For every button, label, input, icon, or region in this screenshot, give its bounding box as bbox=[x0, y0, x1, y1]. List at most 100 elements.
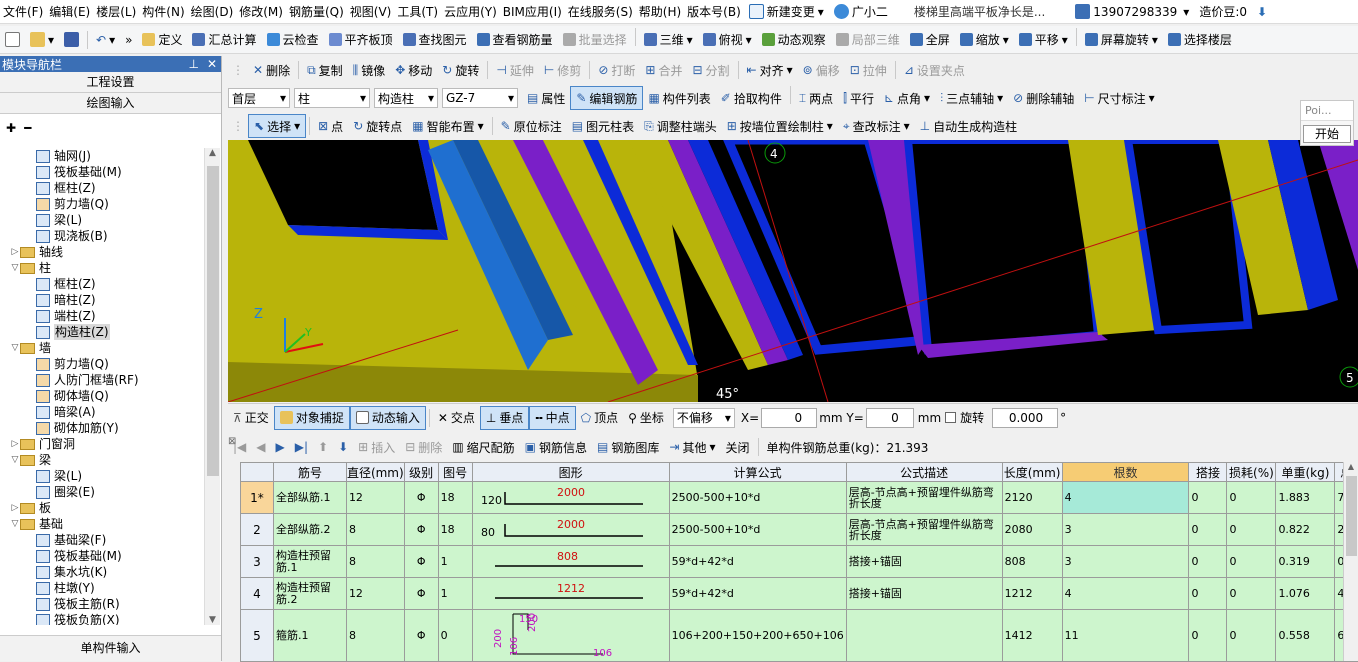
lap-cell[interactable]: 0 bbox=[1188, 609, 1228, 662]
pin-icon[interactable]: ⊥ bbox=[188, 57, 198, 71]
tree-item-14[interactable]: 人防门框墙(RF) bbox=[0, 372, 205, 388]
column-header-10[interactable]: 搭接 bbox=[1188, 462, 1228, 482]
save-icon[interactable] bbox=[59, 28, 84, 52]
unit-weight-cell[interactable]: 1.883 bbox=[1275, 481, 1336, 514]
edit-button-7[interactable]: ⊘ 打断 bbox=[593, 58, 640, 82]
component-name-select[interactable]: GZ-7 ▾ bbox=[442, 88, 518, 108]
menu-item-0[interactable]: 文件(F) bbox=[0, 1, 46, 23]
bar-name-cell[interactable]: 构造柱预留筋.1 bbox=[272, 545, 347, 578]
collapse-all-icon[interactable]: ━ bbox=[24, 121, 31, 135]
tree-item-24[interactable]: 基础梁(F) bbox=[0, 532, 205, 548]
single-input-button[interactable]: 单构件输入 bbox=[0, 635, 221, 661]
formula-desc-cell[interactable] bbox=[845, 609, 1003, 662]
count-cell[interactable]: 3 bbox=[1061, 513, 1190, 546]
draw-button-7[interactable]: ⊞ 按墙位置绘制柱 ▾ bbox=[722, 114, 838, 138]
shape-cell[interactable]: 150 200 200 106 106 bbox=[471, 609, 670, 662]
collapse-icon[interactable]: ▽ bbox=[10, 340, 20, 356]
diameter-cell[interactable]: 8 bbox=[345, 545, 405, 578]
formula-desc-cell[interactable]: 层高-节点高+预留埋件纵筋弯折长度 bbox=[845, 481, 1003, 514]
tree-item-9[interactable]: 暗柱(Z) bbox=[0, 292, 205, 308]
loss-cell[interactable]: 0 bbox=[1226, 481, 1277, 514]
edit-button-8[interactable]: ⊞ 合并 bbox=[640, 58, 687, 82]
diameter-cell[interactable]: 12 bbox=[345, 481, 405, 514]
expand-all-icon[interactable]: ✚ bbox=[6, 121, 16, 135]
menu-item-6[interactable]: 钢筋量(Q) bbox=[286, 1, 347, 23]
tree-item-13[interactable]: 剪力墙(Q) bbox=[0, 356, 205, 372]
edit-button-2[interactable]: ⫼ 镜像 bbox=[348, 58, 391, 82]
lap-cell[interactable]: 0 bbox=[1188, 577, 1228, 610]
coord-snap[interactable]: ⚲ 坐标 bbox=[623, 406, 669, 430]
menu-item-13[interactable]: 版本号(B) bbox=[684, 1, 744, 23]
draw-button-0[interactable]: ⬉ 选择 ▾ bbox=[248, 114, 307, 138]
grade-cell[interactable]: Φ bbox=[403, 609, 439, 662]
project-settings-button[interactable]: 工程设置 bbox=[0, 72, 221, 93]
grade-cell[interactable]: Φ bbox=[403, 481, 439, 514]
toolbar-button-1[interactable]: 汇总计算 bbox=[187, 28, 261, 52]
tree-item-0[interactable]: 轴网(J) bbox=[0, 148, 205, 164]
close-icon[interactable]: ✕ bbox=[207, 57, 217, 71]
tree-item-17[interactable]: 砌体加筋(Y) bbox=[0, 420, 205, 436]
prop-button-6[interactable]: ⊾ 点角 ▾ bbox=[879, 86, 935, 110]
toolbar-button-0[interactable]: 定义 bbox=[137, 28, 187, 52]
tree-item-6[interactable]: ▷ 轴线 bbox=[0, 244, 205, 260]
collapse-icon[interactable]: ▽ bbox=[10, 516, 20, 532]
column-header-8[interactable]: 长度(mm) bbox=[1001, 462, 1063, 482]
tree-item-15[interactable]: 砌体墙(Q) bbox=[0, 388, 205, 404]
column-header-0[interactable] bbox=[240, 462, 274, 482]
bar-name-cell[interactable]: 全部纵筋.2 bbox=[272, 513, 347, 546]
column-header-7[interactable]: 公式描述 bbox=[845, 462, 1003, 482]
row-number[interactable]: 4 bbox=[240, 577, 274, 610]
draw-button-6[interactable]: ⎘ 调整柱端头 bbox=[639, 114, 722, 138]
count-cell[interactable]: 11 bbox=[1061, 609, 1190, 662]
tree-item-16[interactable]: 暗梁(A) bbox=[0, 404, 205, 420]
column-header-6[interactable]: 计算公式 bbox=[668, 462, 847, 482]
lap-cell[interactable]: 0 bbox=[1188, 513, 1228, 546]
last-record-icon[interactable]: ▶| bbox=[290, 435, 313, 459]
edit-button-6[interactable]: ⊢ 修剪 bbox=[539, 58, 586, 82]
prop-button-9[interactable]: ⊢ 尺寸标注 ▾ bbox=[1079, 86, 1160, 110]
tree-item-5[interactable]: 现浇板(B) bbox=[0, 228, 205, 244]
menu-item-1[interactable]: 编辑(E) bbox=[46, 1, 93, 23]
component-subtype-select[interactable]: 构造柱 ▾ bbox=[374, 88, 438, 108]
column-header-2[interactable]: 直径(mm) bbox=[345, 462, 405, 482]
y-input[interactable]: 0 bbox=[865, 407, 914, 428]
figure-number-cell[interactable]: 1 bbox=[437, 577, 473, 610]
x-input[interactable]: 0 bbox=[761, 407, 818, 428]
mid-snap[interactable]: ╍ 中点 bbox=[529, 405, 576, 430]
loss-cell[interactable]: 0 bbox=[1226, 545, 1277, 578]
row-number[interactable]: 2 bbox=[240, 513, 274, 546]
toolbar-button-11[interactable]: 全屏 bbox=[905, 28, 955, 52]
table-row[interactable]: 5 箍筋.1 8 Φ 0 150 200 200 106 106 106+200+150+200+6… bbox=[240, 609, 1358, 662]
new-file-icon[interactable] bbox=[0, 28, 25, 52]
draw-button-5[interactable]: ▤ 图元柱表 bbox=[567, 114, 639, 138]
user-account[interactable]: 13907298339 ▾ bbox=[1070, 0, 1194, 23]
shape-cell[interactable]: 808 bbox=[471, 545, 670, 578]
edit-button-9[interactable]: ⊟ 分割 bbox=[687, 58, 734, 82]
table-row[interactable]: 4 构造柱预留筋.2 12 Φ 1 1212 59*d+42*d 搭接+锚固 1212 4 0 0 1.… bbox=[240, 577, 1358, 610]
floor-select[interactable]: 首层 ▾ bbox=[228, 88, 290, 108]
loss-cell[interactable]: 0 bbox=[1226, 513, 1277, 546]
tree-item-28[interactable]: 筏板主筋(R) bbox=[0, 596, 205, 612]
3d-model-view[interactable]: 4 5 45° Z Y bbox=[228, 140, 1358, 402]
toolbar-button-9[interactable]: 动态观察 bbox=[757, 28, 831, 52]
draw-button-1[interactable]: ⊠ 点 bbox=[313, 114, 348, 138]
other-menu[interactable]: ⇥ 其他 ▾ bbox=[664, 435, 720, 459]
prop-button-7[interactable]: ⫶ 三点辅轴 ▾ bbox=[935, 86, 1008, 110]
tree-item-29[interactable]: 筏板负筋(X) bbox=[0, 612, 205, 625]
diameter-cell[interactable]: 8 bbox=[345, 609, 405, 662]
draw-button-8[interactable]: ⌖ 查改标注 ▾ bbox=[838, 114, 915, 138]
edit-button-13[interactable]: ⊿ 设置夹点 bbox=[899, 58, 970, 82]
figure-number-cell[interactable]: 18 bbox=[437, 481, 473, 514]
menu-item-9[interactable]: 云应用(Y) bbox=[441, 1, 500, 23]
lap-cell[interactable]: 0 bbox=[1188, 545, 1228, 578]
toolbar-button-5[interactable]: 查看钢筋量 bbox=[472, 28, 558, 52]
bar-name-cell[interactable]: 全部纵筋.1 bbox=[272, 481, 347, 514]
figure-number-cell[interactable]: 18 bbox=[437, 513, 473, 546]
draw-button-3[interactable]: ▦ 智能布置 ▾ bbox=[407, 114, 488, 138]
grade-cell[interactable]: Φ bbox=[403, 513, 439, 546]
open-file-icon[interactable]: ▾ bbox=[25, 28, 59, 52]
column-header-1[interactable]: 筋号 bbox=[272, 462, 347, 482]
move-down-icon[interactable]: ⬇ bbox=[333, 435, 353, 459]
prop-button-2[interactable]: ▦ 构件列表 bbox=[643, 86, 715, 110]
loss-cell[interactable]: 0 bbox=[1226, 577, 1277, 610]
